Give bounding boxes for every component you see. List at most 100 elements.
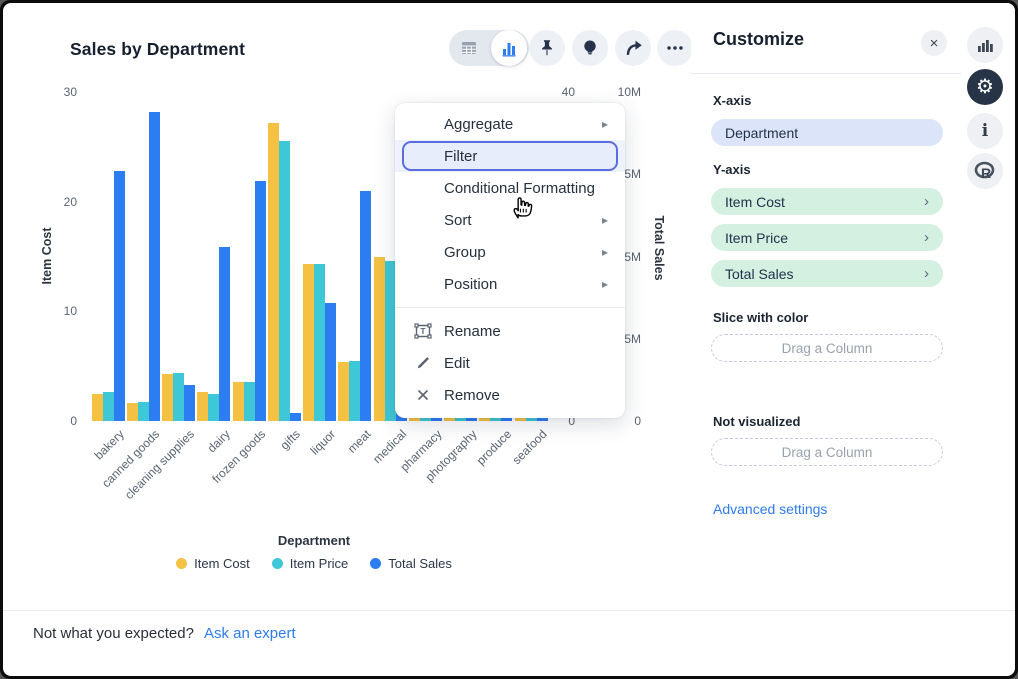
legend-item-item-cost[interactable]: Item Cost xyxy=(176,556,250,571)
bar-frozen-goods-item-cost[interactable] xyxy=(233,382,244,421)
bar-frozen-goods-item-price[interactable] xyxy=(244,382,255,421)
slice-dropzone[interactable]: Drag a Column xyxy=(711,334,943,362)
legend: Item Cost Item Price Total Sales xyxy=(3,556,625,571)
bar-pharmacy-total-sales[interactable] xyxy=(431,418,442,421)
rename-text-icon: T xyxy=(414,322,432,340)
bar-cleaning-supplies-total-sales[interactable] xyxy=(184,385,195,421)
ask-an-expert-link[interactable]: Ask an expert xyxy=(204,625,296,642)
bar-bakery-total-sales[interactable] xyxy=(114,171,125,421)
menu-item-label: Sort xyxy=(444,212,472,229)
chevron-right-icon[interactable]: › xyxy=(924,193,929,210)
bar-liquor-item-cost[interactable] xyxy=(303,264,314,421)
r-logo-button[interactable]: R xyxy=(967,153,1003,189)
svg-text:T: T xyxy=(420,326,426,336)
bar-frozen-goods-total-sales[interactable] xyxy=(255,181,266,421)
share-button[interactable] xyxy=(615,30,651,66)
legend-item-total-sales[interactable]: Total Sales xyxy=(370,556,452,571)
edit-pencil-icon xyxy=(414,354,432,372)
bar-medical-item-cost[interactable] xyxy=(374,257,385,422)
bar-dairy-item-price[interactable] xyxy=(208,394,219,421)
bar-canned-goods-item-cost[interactable] xyxy=(127,403,138,421)
menu-item-position[interactable]: Position▸ xyxy=(395,268,625,300)
bar-canned-goods-item-price[interactable] xyxy=(138,402,149,421)
bar-meat-item-price[interactable] xyxy=(349,361,360,421)
x-axis-label: X-axis xyxy=(713,93,751,108)
bar-photography-item-price[interactable] xyxy=(455,418,466,421)
bar-photography-total-sales[interactable] xyxy=(466,418,477,421)
bar-chart-view-icon[interactable] xyxy=(491,30,527,66)
bar-produce-item-price[interactable] xyxy=(490,418,501,421)
menu-item-label: Filter xyxy=(444,148,477,165)
chart-type-button[interactable] xyxy=(967,27,1003,63)
hand-cursor-icon xyxy=(508,192,535,220)
footer: Not what you expected? Ask an expert xyxy=(33,625,296,642)
bar-bakery-item-price[interactable] xyxy=(103,392,114,421)
menu-item-group[interactable]: Group▸ xyxy=(395,236,625,268)
bar-liquor-total-sales[interactable] xyxy=(325,303,336,421)
settings-gear-button[interactable]: ⚙ xyxy=(967,69,1003,105)
y-axis-pill-total-sales[interactable]: Total Sales› xyxy=(711,260,943,287)
bar-gifts-item-cost[interactable] xyxy=(268,123,279,421)
table-view-icon[interactable] xyxy=(449,30,489,66)
menu-divider xyxy=(395,307,625,308)
svg-text:R: R xyxy=(981,165,991,181)
more-button[interactable] xyxy=(657,30,693,66)
x-label-dairy: dairy xyxy=(204,427,232,455)
bar-produce-item-cost[interactable] xyxy=(479,418,490,421)
slice-dropzone-placeholder: Drag a Column xyxy=(782,341,873,356)
bar-photography-item-cost[interactable] xyxy=(444,418,455,421)
tick-item_cost-30: 30 xyxy=(33,86,77,98)
chevron-right-icon[interactable]: › xyxy=(924,265,929,282)
menu-item-edit[interactable]: Edit xyxy=(395,347,625,379)
x-axis-pill-department[interactable]: Department xyxy=(711,119,943,146)
bar-meat-item-cost[interactable] xyxy=(338,362,349,421)
advanced-settings-link[interactable]: Advanced settings xyxy=(713,501,827,517)
bar-dairy-item-cost[interactable] xyxy=(197,392,208,421)
chart-type-icon xyxy=(976,36,994,54)
not-visualized-dropzone[interactable]: Drag a Column xyxy=(711,438,943,466)
chevron-right-icon[interactable]: › xyxy=(924,229,929,246)
bar-canned-goods-total-sales[interactable] xyxy=(149,112,160,421)
legend-label: Item Cost xyxy=(194,556,250,571)
menu-item-label: Aggregate xyxy=(444,116,513,133)
y-axis-title-right: Total Sales xyxy=(652,215,666,280)
bar-pharmacy-item-price[interactable] xyxy=(420,418,431,421)
pin-icon xyxy=(536,37,558,59)
insight-button[interactable] xyxy=(572,30,608,66)
bar-medical-item-price[interactable] xyxy=(385,261,396,421)
context-menu: Aggregate▸Filter Conditional FormattingS… xyxy=(395,103,625,418)
menu-item-label: Rename xyxy=(444,323,501,340)
bar-dairy-total-sales[interactable] xyxy=(219,247,230,421)
legend-label: Item Price xyxy=(290,556,349,571)
bar-gifts-item-price[interactable] xyxy=(279,141,290,421)
close-icon[interactable]: × xyxy=(921,30,947,56)
menu-item-filter[interactable]: Filter xyxy=(395,140,625,172)
menu-item-remove[interactable]: Remove xyxy=(395,379,625,411)
bar-seafood-item-price[interactable] xyxy=(526,418,537,421)
menu-item-aggregate[interactable]: Aggregate▸ xyxy=(395,108,625,140)
tick-item_price-40: 40 xyxy=(531,86,575,98)
y-axis-pill-item-price[interactable]: Item Price› xyxy=(711,224,943,251)
insight-bulb-icon xyxy=(579,37,601,59)
y-axis-pill-item-cost[interactable]: Item Cost › xyxy=(711,188,943,215)
x-axis-pill-label: Department xyxy=(725,125,798,141)
menu-item-rename[interactable]: T Rename xyxy=(395,315,625,347)
bar-gifts-total-sales[interactable] xyxy=(290,413,301,421)
info-button[interactable]: i xyxy=(967,113,1003,149)
bar-seafood-total-sales[interactable] xyxy=(537,418,548,421)
bar-seafood-item-cost[interactable] xyxy=(515,418,526,421)
bar-pharmacy-item-cost[interactable] xyxy=(409,418,420,421)
bar-cleaning-supplies-item-price[interactable] xyxy=(173,373,184,421)
bar-cleaning-supplies-item-cost[interactable] xyxy=(162,374,173,421)
bar-meat-total-sales[interactable] xyxy=(360,191,371,421)
legend-item-item-price[interactable]: Item Price xyxy=(272,556,349,571)
bar-liquor-item-price[interactable] xyxy=(314,264,325,421)
customize-panel: Customize × X-axis Department Y-axis Ite… xyxy=(691,3,961,610)
icon-rail: ⚙ i R xyxy=(961,3,1015,610)
bar-produce-total-sales[interactable] xyxy=(501,418,512,421)
y-axis-pill-label: Item Cost xyxy=(725,194,785,210)
view-toggle[interactable] xyxy=(449,30,529,66)
pin-button[interactable] xyxy=(529,30,565,66)
bar-bakery-item-cost[interactable] xyxy=(92,394,103,421)
menu-item-label: Position xyxy=(444,276,497,293)
